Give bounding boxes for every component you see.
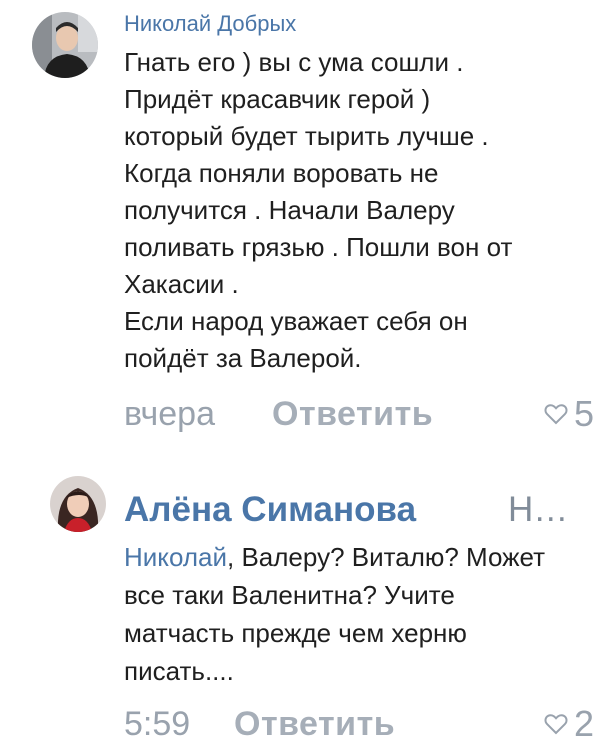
comment-line: Если народ уважает себя он	[124, 306, 468, 336]
comment-line: Николай, Валеру? Виталю? Может	[124, 538, 594, 576]
comment-footer: вчера Ответить 5	[124, 394, 594, 434]
comment-author[interactable]: Алёна Симанова	[124, 490, 416, 530]
comment-line: Хакасии .	[124, 269, 239, 299]
mention-link[interactable]: Николай	[124, 542, 227, 572]
comment-line: Гнать его ) вы с ума сошли .	[124, 47, 464, 77]
comment-date: вчера	[124, 395, 215, 433]
heart-outline-icon	[544, 404, 568, 425]
comment-text: Николай, Валеру? Виталю? Может все таки …	[124, 538, 594, 690]
avatar-photo	[32, 12, 98, 78]
comment-author[interactable]: Николай Добрых	[124, 11, 296, 37]
comment-line: поливать грязью . Пошли вон от	[124, 232, 513, 262]
avatar[interactable]	[50, 476, 106, 532]
comment-line: который будет тырить лучше .	[124, 121, 489, 151]
comment-line: матчасть прежде чем херню	[124, 618, 467, 648]
like-count: 5	[573, 393, 594, 434]
comment-line: получится . Начали Валеру	[124, 195, 455, 225]
comment-line-rest: , Валеру? Виталю? Может	[227, 542, 546, 572]
comment-line: пойдёт за Валерой.	[124, 343, 362, 373]
comment-line: все таки Валенитна? Учите	[124, 580, 455, 610]
avatar-photo	[50, 476, 106, 532]
comment-line: Когда поняли воровать не	[124, 158, 439, 188]
avatar[interactable]	[32, 12, 98, 78]
comment-author-extra: Н…	[508, 490, 569, 529]
comment-text: Гнать его ) вы с ума сошли . Придёт крас…	[124, 44, 594, 377]
comment-date: 5:59	[124, 705, 191, 743]
comment-line: писать....	[124, 656, 234, 686]
reply-button[interactable]: Ответить	[272, 394, 433, 434]
like-button[interactable]: 5	[544, 394, 594, 434]
comment-footer: 5:59 Ответить 2	[124, 704, 594, 744]
comment: Николай Добрых Гнать его ) вы с ума сошл…	[0, 0, 608, 470]
comment: Алёна Симанова Н… Николай, Валеру? Витал…	[0, 470, 608, 750]
reply-button[interactable]: Ответить	[234, 704, 395, 744]
like-button[interactable]: 2	[544, 704, 594, 744]
like-count: 2	[573, 703, 594, 744]
comment-line: Придёт красавчик герой )	[124, 84, 431, 114]
heart-outline-icon	[544, 714, 568, 735]
